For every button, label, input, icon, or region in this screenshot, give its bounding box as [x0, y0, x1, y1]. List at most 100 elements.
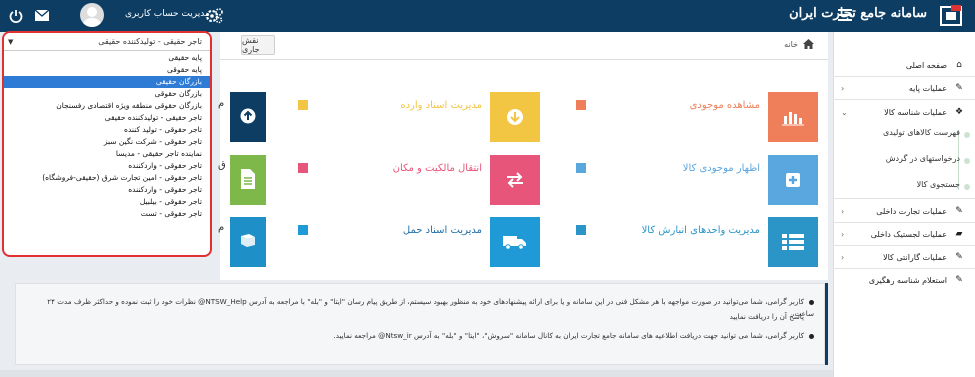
plus-icon [768, 155, 818, 205]
sidebar-item-label: عملیات گارانتی کالا [883, 252, 947, 262]
edit-icon: ✎ [955, 206, 963, 216]
role-option[interactable]: نماینده تاجر حقیقی - مدیسا [4, 148, 210, 160]
download-icon [490, 92, 540, 142]
sidebar-divider [833, 99, 975, 100]
truck-icon [490, 217, 540, 267]
sidebar-item-goods-id-operations[interactable]: ❖ عملیات شناسه کالا ⌄ [833, 101, 975, 123]
bullet-icon [809, 299, 814, 305]
ntsw-logo [940, 5, 962, 26]
tile-color-marker [576, 225, 586, 235]
tile-incoming-documents[interactable]: مدیریت اسناد وارده [290, 92, 540, 142]
tile-declare-inventory[interactable]: اظهار موجودی کالا [568, 155, 818, 205]
sidebar-subitem-label: فهرست کالاهای تولیدی [883, 128, 960, 137]
hamburger-menu-icon[interactable] [838, 9, 852, 21]
tile-title: انتقال مالکیت و مکان [392, 163, 482, 174]
sidebar-subitem-search-goods[interactable]: جستجوی کالا [840, 180, 970, 190]
role-option[interactable]: پایه حقیقی [4, 52, 210, 64]
breadcrumb-home[interactable]: خانه [784, 40, 798, 49]
sidebar-item-label: عملیات پایه [908, 83, 947, 93]
sidebar-subitem-label: جستجوی کالا [916, 180, 960, 189]
edit-icon: ✎ [955, 252, 963, 262]
role-select-current[interactable]: تاجر حقیقی - تولیدکننده حقیقی ▼ [4, 33, 210, 51]
submenu-dot [964, 132, 970, 138]
tile-document-partial[interactable] [230, 155, 266, 205]
role-option[interactable]: تاجر حقوقی - واردکننده [4, 184, 210, 196]
sidebar-item-label: صفحه اصلی [905, 60, 947, 70]
role-option[interactable]: تاجر حقوقی - واردکننده [4, 160, 210, 172]
tile-book-partial[interactable] [230, 217, 266, 267]
sidebar-item-label: عملیات شناسه کالا [884, 107, 947, 117]
sidebar-subitem-label: درخواستهای در گردش [885, 154, 960, 163]
book-icon [241, 234, 255, 247]
avatar[interactable] [80, 3, 104, 27]
power-icon[interactable] [9, 9, 23, 23]
role-option-highlighted[interactable]: بازرگان حقیقی [4, 76, 210, 88]
tile-shipping-documents[interactable]: مدیریت اسناد حمل [290, 217, 540, 267]
bullet-icon [809, 333, 814, 339]
role-option[interactable]: تاجر حقوقی - بیلبیل [4, 196, 210, 208]
chart-icon [768, 92, 818, 142]
top-navbar: سامانه جامع تجارت ایران مدیریت حساب کارب… [0, 0, 975, 32]
tile-ownership-transfer[interactable]: انتقال مالکیت و مکان [290, 155, 540, 205]
role-option[interactable]: بازرگان حقوقی [4, 88, 210, 100]
tile-view-inventory[interactable]: مشاهده موجودی [568, 92, 818, 142]
role-options-list: پایه حقیقی پایه حقوقی بازرگان حقیقی بازر… [4, 52, 210, 220]
footer-strip [0, 370, 833, 377]
chevron-left-icon: ‹ [841, 83, 845, 93]
left-tile-label: م [218, 98, 225, 109]
tile-color-marker [298, 100, 308, 110]
role-select-dropdown[interactable]: تاجر حقیقی - تولیدکننده حقیقی ▼ پایه حقی… [2, 31, 212, 257]
home-icon: ⌂ [956, 60, 962, 70]
breadcrumb[interactable]: خانه [784, 39, 814, 49]
sidebar-item-label: عملیات تجارت داخلی [876, 206, 947, 216]
tile-color-marker [576, 100, 586, 110]
role-option[interactable]: تاجر حقیقی - تولیدکننده حقیقی [4, 112, 210, 124]
tile-upload-partial[interactable] [230, 92, 266, 142]
sidebar-item-basic-operations[interactable]: ✎ عملیات پایه ‹ [833, 77, 975, 99]
sidebar-item-home[interactable]: ⌂ صفحه اصلی [833, 54, 975, 76]
sidebar-item-domestic-logistics[interactable]: ▰ عملیات لجستیک داخلی ‹ [833, 223, 975, 245]
list-icon [768, 217, 818, 267]
breadcrumb-bar: خانه [220, 32, 828, 60]
brand-title: سامانه جامع تجارت ایران [789, 6, 927, 21]
edit-icon: ✎ [955, 83, 963, 93]
truck-icon: ▰ [955, 229, 963, 239]
cubes-icon: ❖ [954, 107, 964, 117]
notice-line: پاسخ آن را دریافت نمایید [14, 311, 804, 323]
tile-color-marker [298, 163, 308, 173]
mail-icon[interactable] [35, 10, 49, 21]
sidebar-item-label: استعلام شناسه رهگیری [868, 275, 947, 285]
sidebar-item-warranty[interactable]: ✎ عملیات گارانتی کالا ‹ [833, 246, 975, 268]
notice-text: پاسخ آن را دریافت نمایید [729, 312, 804, 321]
role-option[interactable]: تاجر حقوقی - تولید کننده [4, 124, 210, 136]
tile-title: اظهار موجودی کالا [682, 163, 760, 174]
submenu-dot [964, 184, 970, 190]
sidebar-item-tracking-inquiry[interactable]: ✎ استعلام شناسه رهگیری [833, 269, 975, 291]
tile-title: مشاهده موجودی [689, 100, 760, 111]
current-role-button[interactable]: نقش جاری [241, 35, 275, 55]
sidebar-subitem-requests[interactable]: درخواستهای در گردش [840, 154, 970, 164]
upload-icon [240, 108, 256, 124]
role-option[interactable]: تاجر حقوقی - امین تجارت شرق (حقیقی-فروشگ… [4, 172, 210, 184]
sidebar-item-domestic-trade[interactable]: ✎ عملیات تجارت داخلی ‹ [833, 200, 975, 222]
role-option[interactable]: تاجر حقوقی - تست [4, 208, 210, 220]
role-option[interactable]: تاجر حقوقی - شرکت نگین سبز [4, 136, 210, 148]
chevron-left-icon: ‹ [841, 229, 845, 239]
sidebar-subitem-produced-goods[interactable]: فهرست کالاهای تولیدی [840, 128, 970, 138]
account-management-link[interactable]: مدیریت حساب کاربری [125, 9, 210, 19]
notice-accent-bar [825, 283, 828, 365]
role-option[interactable]: پایه حقوقی [4, 64, 210, 76]
role-option[interactable]: بازرگان حقوقی منطقه ویژه اقتصادی رفسنجان [4, 100, 210, 112]
chevron-down-icon[interactable]: ▼ [8, 38, 13, 46]
tile-title: مدیریت اسناد حمل [402, 225, 482, 236]
exchange-icon [490, 155, 540, 205]
left-tile-label: ق [218, 160, 226, 171]
sidebar-divider [833, 198, 975, 199]
document-icon [241, 169, 255, 189]
tile-storage-units[interactable]: مدیریت واحدهای انبارش کالا [568, 217, 818, 267]
sidebar-item-label: عملیات لجستیک داخلی [870, 229, 947, 239]
edit-icon: ✎ [955, 275, 963, 285]
submenu-dot [964, 158, 970, 164]
home-icon [803, 39, 814, 49]
notice-panel: کاربر گرامی، شما می‌توانید در صورت مواجه… [15, 283, 825, 365]
